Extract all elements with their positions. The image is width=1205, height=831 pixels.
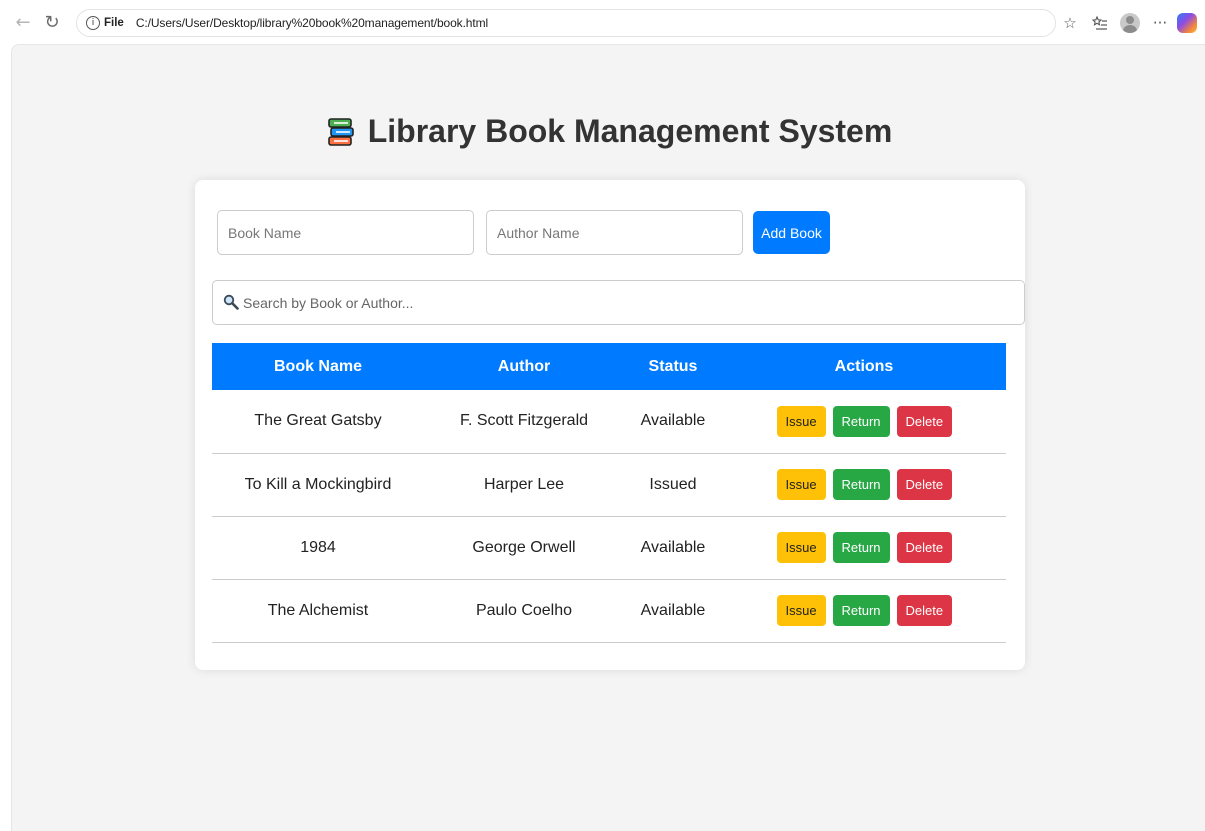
books-table: Book Name Author Status Actions The Grea… [212, 343, 1006, 643]
favorites-list-icon[interactable] [1087, 10, 1113, 36]
table-header-row: Book Name Author Status Actions [212, 343, 1006, 390]
favorite-star-icon[interactable]: ☆ [1057, 10, 1083, 36]
book-name-cell: The Alchemist [212, 579, 424, 643]
delete-button[interactable]: Delete [896, 595, 952, 626]
search-box[interactable] [212, 280, 1025, 325]
address-bar[interactable]: i File C:/Users/User/Desktop/library%20b… [76, 9, 1056, 37]
book-name-cell: The Great Gatsby [212, 390, 424, 454]
header-actions: Actions [722, 343, 1006, 390]
table-row: To Kill a Mockingbird Harper Lee Issued … [212, 453, 1006, 517]
more-icon[interactable]: ··· [1147, 10, 1173, 36]
issue-button[interactable]: Issue [776, 532, 826, 563]
table-row: The Alchemist Paulo Coelho Available Iss… [212, 579, 1006, 643]
row-actions: Issue Return Delete [722, 595, 1006, 626]
page-title: Library Book Management System [12, 113, 1205, 150]
delete-button[interactable]: Delete [896, 405, 952, 437]
url-text[interactable]: C:/Users/User/Desktop/library%20book%20m… [136, 16, 488, 30]
book-name-input[interactable] [217, 210, 474, 255]
table-row: The Great Gatsby F. Scott Fitzgerald Ava… [212, 390, 1006, 454]
browser-toolbar: ← ↻ i File C:/Users/User/Desktop/library… [0, 0, 1205, 44]
row-actions: Issue Return Delete [722, 532, 1006, 563]
delete-button[interactable]: Delete [896, 469, 952, 500]
row-actions: Issue Return Delete [722, 469, 1006, 500]
magnifier-icon [223, 294, 239, 310]
profile-avatar-icon[interactable] [1117, 10, 1143, 36]
delete-button[interactable]: Delete [896, 532, 952, 563]
row-actions: Issue Return Delete [722, 405, 1006, 437]
status-cell: Issued [624, 453, 722, 517]
header-author: Author [424, 343, 624, 390]
book-name-cell: To Kill a Mockingbird [212, 453, 424, 517]
actions-cell: Issue Return Delete [722, 516, 1006, 580]
return-button[interactable]: Return [832, 469, 890, 500]
author-cell: George Orwell [424, 516, 624, 580]
search-input[interactable] [239, 281, 1009, 324]
info-icon[interactable]: i [86, 16, 100, 30]
author-cell: Paulo Coelho [424, 579, 624, 643]
actions-cell: Issue Return Delete [722, 579, 1006, 643]
header-book-name: Book Name [212, 343, 424, 390]
reload-icon[interactable]: ↻ [41, 11, 63, 33]
copilot-icon[interactable] [1177, 13, 1197, 33]
issue-button[interactable]: Issue [776, 405, 826, 437]
back-arrow-icon[interactable]: ← [12, 11, 34, 33]
status-cell: Available [624, 390, 722, 454]
actions-cell: Issue Return Delete [722, 390, 1006, 454]
return-button[interactable]: Return [832, 595, 890, 626]
actions-cell: Issue Return Delete [722, 453, 1006, 517]
return-button[interactable]: Return [832, 405, 890, 437]
add-book-button[interactable]: Add Book [753, 211, 830, 254]
page-title-text: Library Book Management System [367, 113, 893, 149]
issue-button[interactable]: Issue [776, 469, 826, 500]
return-button[interactable]: Return [832, 532, 890, 563]
main-card: Add Book Book Name Author Status Actions [195, 180, 1025, 670]
books-icon [326, 117, 356, 147]
table-row: 1984 George Orwell Available Issue Retur… [212, 516, 1006, 580]
author-cell: Harper Lee [424, 453, 624, 517]
status-cell: Available [624, 516, 722, 580]
issue-button[interactable]: Issue [776, 595, 826, 626]
file-label: File [104, 17, 124, 29]
header-status: Status [624, 343, 722, 390]
author-cell: F. Scott Fitzgerald [424, 390, 624, 454]
status-cell: Available [624, 579, 722, 643]
author-name-input[interactable] [486, 210, 743, 255]
browser-actions: ☆ ··· [1057, 10, 1205, 36]
book-name-cell: 1984 [212, 516, 424, 580]
page-viewport: Library Book Management System Add Book … [11, 44, 1205, 831]
